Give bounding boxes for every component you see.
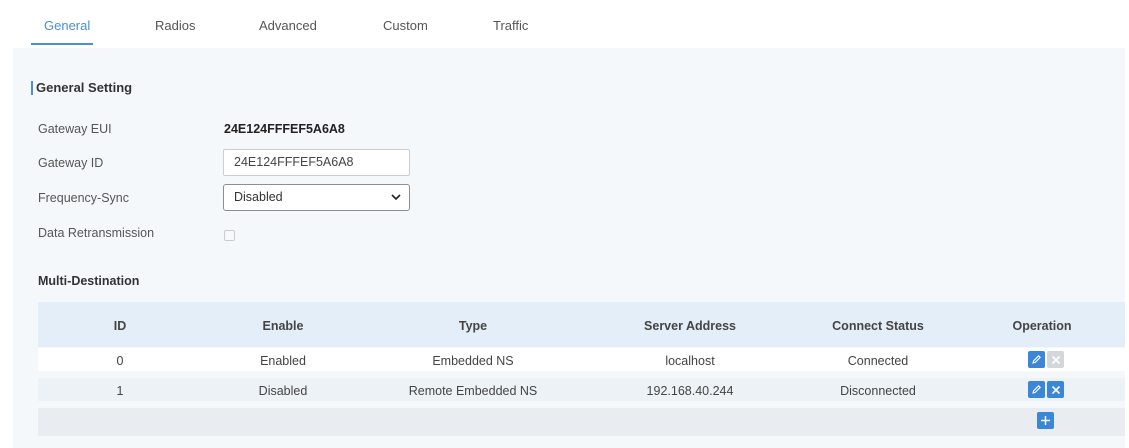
cell-id: 0 — [116, 354, 124, 368]
data-retransmission-label: Data Retransmission — [38, 226, 155, 240]
column-header-enable: Enable — [262, 319, 304, 333]
tab-custom[interactable]: Custom — [383, 18, 428, 33]
column-header-id: ID — [113, 319, 127, 333]
cell-connect-status: Connected — [847, 354, 909, 368]
active-tab-indicator — [31, 43, 93, 45]
cell-enable: Disabled — [258, 384, 308, 398]
pencil-icon — [1031, 384, 1042, 395]
table-add-row — [38, 408, 1125, 436]
section-title: General Setting — [36, 80, 133, 95]
column-header-type: Type — [458, 319, 488, 333]
pencil-icon — [1031, 354, 1042, 365]
chevron-down-icon — [391, 186, 401, 201]
tab-traffic[interactable]: Traffic — [493, 18, 528, 33]
cell-enable: Enabled — [260, 354, 306, 368]
table-row: 1 Disabled Remote Embedded NS 192.168.40… — [38, 378, 1125, 401]
multi-destination-title: Multi-Destination — [38, 274, 140, 288]
edit-button[interactable] — [1028, 381, 1045, 398]
frequency-sync-value: Disabled — [234, 190, 283, 204]
gateway-eui-value: 24E124FFFEF5A6A8 — [224, 122, 345, 136]
edit-button[interactable] — [1028, 351, 1045, 368]
cell-type: Embedded NS — [432, 354, 514, 368]
tab-bar: General Radios Advanced Custom Traffic — [13, 6, 1125, 48]
gateway-id-label: Gateway ID — [38, 156, 104, 170]
frequency-sync-select[interactable]: Disabled — [223, 184, 410, 211]
table-row: 0 Enabled Embedded NS localhost Connecte… — [38, 348, 1125, 371]
add-destination-button[interactable] — [1037, 412, 1054, 429]
close-icon — [1051, 385, 1061, 395]
tab-radios[interactable]: Radios — [155, 18, 195, 33]
close-icon — [1051, 355, 1061, 365]
gateway-id-input[interactable]: 24E124FFFEF5A6A8 — [223, 149, 410, 176]
column-header-server-address: Server Address — [644, 319, 736, 333]
section-marker — [31, 81, 33, 95]
column-header-connect-status: Connect Status — [832, 319, 924, 333]
tab-advanced[interactable]: Advanced — [259, 18, 317, 33]
cell-id: 1 — [116, 384, 124, 398]
cell-server-address: localhost — [665, 354, 715, 368]
cell-connect-status: Disconnected — [840, 384, 916, 398]
plus-icon — [1040, 415, 1051, 426]
column-header-operation: Operation — [1012, 319, 1072, 333]
cell-type: Remote Embedded NS — [408, 384, 538, 398]
cell-server-address: 192.168.40.244 — [646, 384, 734, 398]
gateway-eui-label: Gateway EUI — [38, 122, 112, 136]
delete-button-disabled — [1047, 351, 1064, 368]
data-retransmission-checkbox[interactable] — [224, 230, 235, 241]
frequency-sync-label: Frequency-Sync — [38, 191, 130, 205]
table-header: ID Enable Type Server Address Connect St… — [38, 302, 1125, 347]
settings-panel: General Radios Advanced Custom Traffic G… — [13, 6, 1125, 448]
tab-general[interactable]: General — [44, 18, 90, 33]
delete-button[interactable] — [1047, 381, 1064, 398]
